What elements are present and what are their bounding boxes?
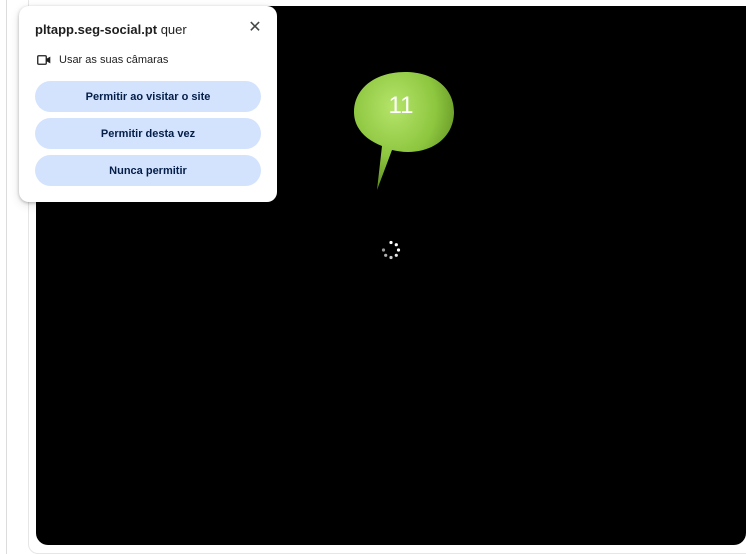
- permission-row: Usar as suas câmaras: [37, 53, 168, 67]
- camera-icon: [37, 55, 51, 65]
- left-divider: [6, 0, 7, 554]
- site-host: pltapp.seg-social.pt: [35, 22, 158, 37]
- permission-label: Usar as suas câmaras: [59, 54, 169, 66]
- callout-bubble: [354, 72, 454, 190]
- page: 11 pltapp.seg-social.pt quer ✕ Usar as s…: [0, 0, 746, 554]
- loading-spinner-icon: [381, 240, 401, 260]
- allow-on-visit-button[interactable]: Permitir ao visitar o site: [35, 81, 261, 112]
- popup-title: pltapp.seg-social.pt quer: [35, 22, 187, 37]
- title-suffix: quer: [157, 22, 187, 37]
- close-button[interactable]: ✕: [245, 18, 265, 38]
- allow-this-time-button[interactable]: Permitir desta vez: [35, 118, 261, 149]
- never-allow-button[interactable]: Nunca permitir: [35, 155, 261, 186]
- permission-popup: pltapp.seg-social.pt quer ✕ Usar as suas…: [19, 6, 277, 202]
- callout-number: 11: [388, 92, 414, 119]
